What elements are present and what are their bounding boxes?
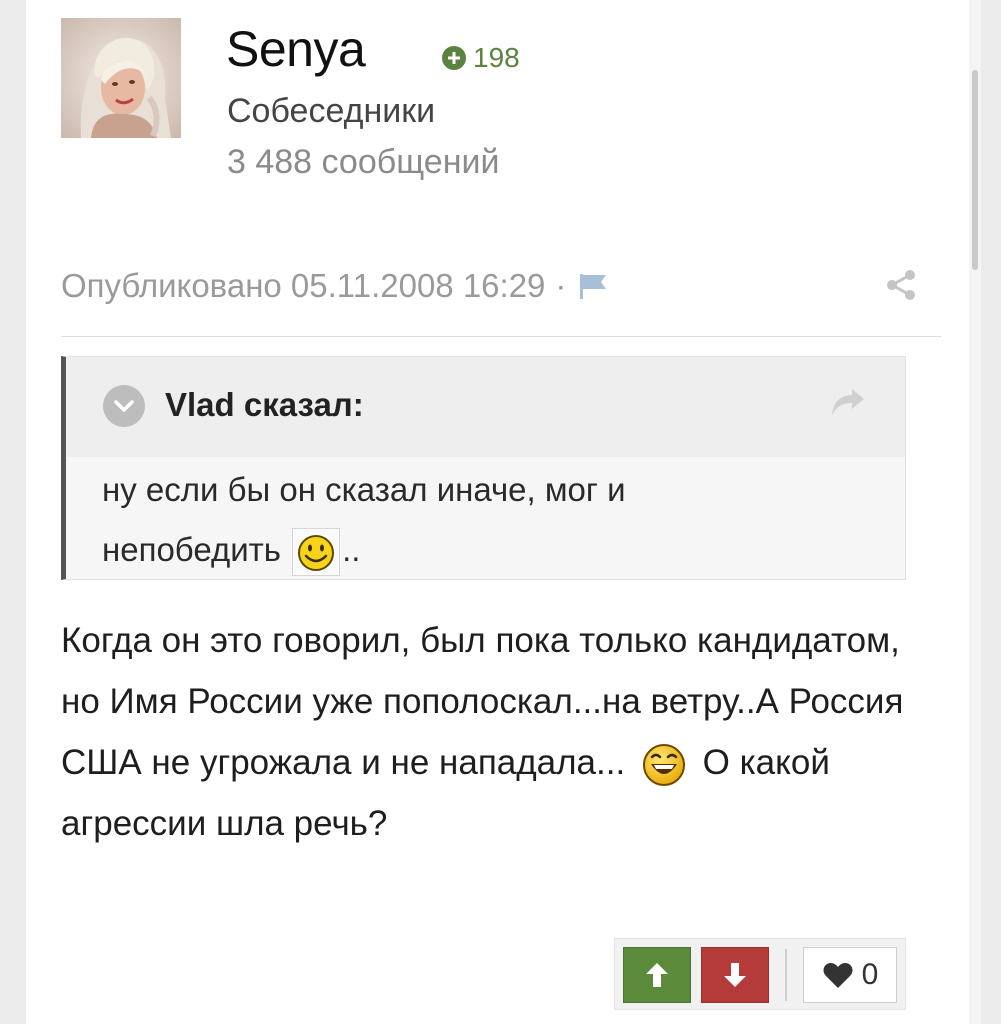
reaction-bar: 0 — [614, 938, 906, 1010]
downvote-button[interactable] — [701, 947, 769, 1003]
scrollbar-thumb[interactable] — [972, 70, 978, 270]
quote-text-line: ну если бы он сказал иначе, мог и — [102, 471, 626, 508]
avatar[interactable] — [61, 18, 181, 138]
like-count: 0 — [861, 958, 879, 991]
quote-text-fragment: непобедить — [102, 531, 281, 568]
post-count: 3 488 сообщений — [227, 143, 500, 181]
plus-circle-icon — [442, 46, 466, 70]
arrow-up-icon — [646, 963, 668, 987]
quote-text-line: непобедить .. — [102, 520, 892, 580]
quote-text-fragment: .. — [342, 531, 361, 568]
meta-separator: · — [555, 267, 567, 304]
scrollbar[interactable] — [969, 0, 981, 1024]
quote-text: ну если бы он сказал иначе, мог и непобе… — [102, 460, 892, 580]
reputation-badge: 198 — [442, 42, 520, 74]
arrow-down-icon — [724, 963, 746, 987]
reputation-value: 198 — [473, 42, 520, 73]
chevron-down-icon[interactable] — [103, 385, 145, 427]
upvote-button[interactable] — [623, 947, 691, 1003]
post-meta: Опубликовано 05.11.2008 16:29 · — [61, 265, 612, 307]
heart-icon — [823, 963, 853, 988]
like-button[interactable]: 0 — [803, 947, 897, 1003]
quote-header: Vlad сказал: — [66, 357, 905, 457]
divider — [785, 949, 787, 1001]
published-date[interactable]: Опубликовано 05.11.2008 16:29 — [61, 267, 545, 305]
quote-block: Vlad сказал: ну если бы он сказал иначе,… — [61, 356, 906, 580]
quote-author: Vlad сказал: — [165, 386, 364, 423]
divider — [61, 336, 941, 337]
smile-emoji-icon — [292, 528, 341, 577]
user-group: Собеседники — [227, 92, 436, 130]
grin-emoji-icon — [641, 742, 687, 788]
share-arrow-icon[interactable] — [828, 381, 868, 421]
flag-icon[interactable] — [576, 271, 612, 301]
share-icon[interactable] — [884, 268, 918, 302]
post-content: Когда он это говорил, был пока только ка… — [61, 610, 921, 854]
username[interactable]: Senya — [226, 20, 366, 78]
